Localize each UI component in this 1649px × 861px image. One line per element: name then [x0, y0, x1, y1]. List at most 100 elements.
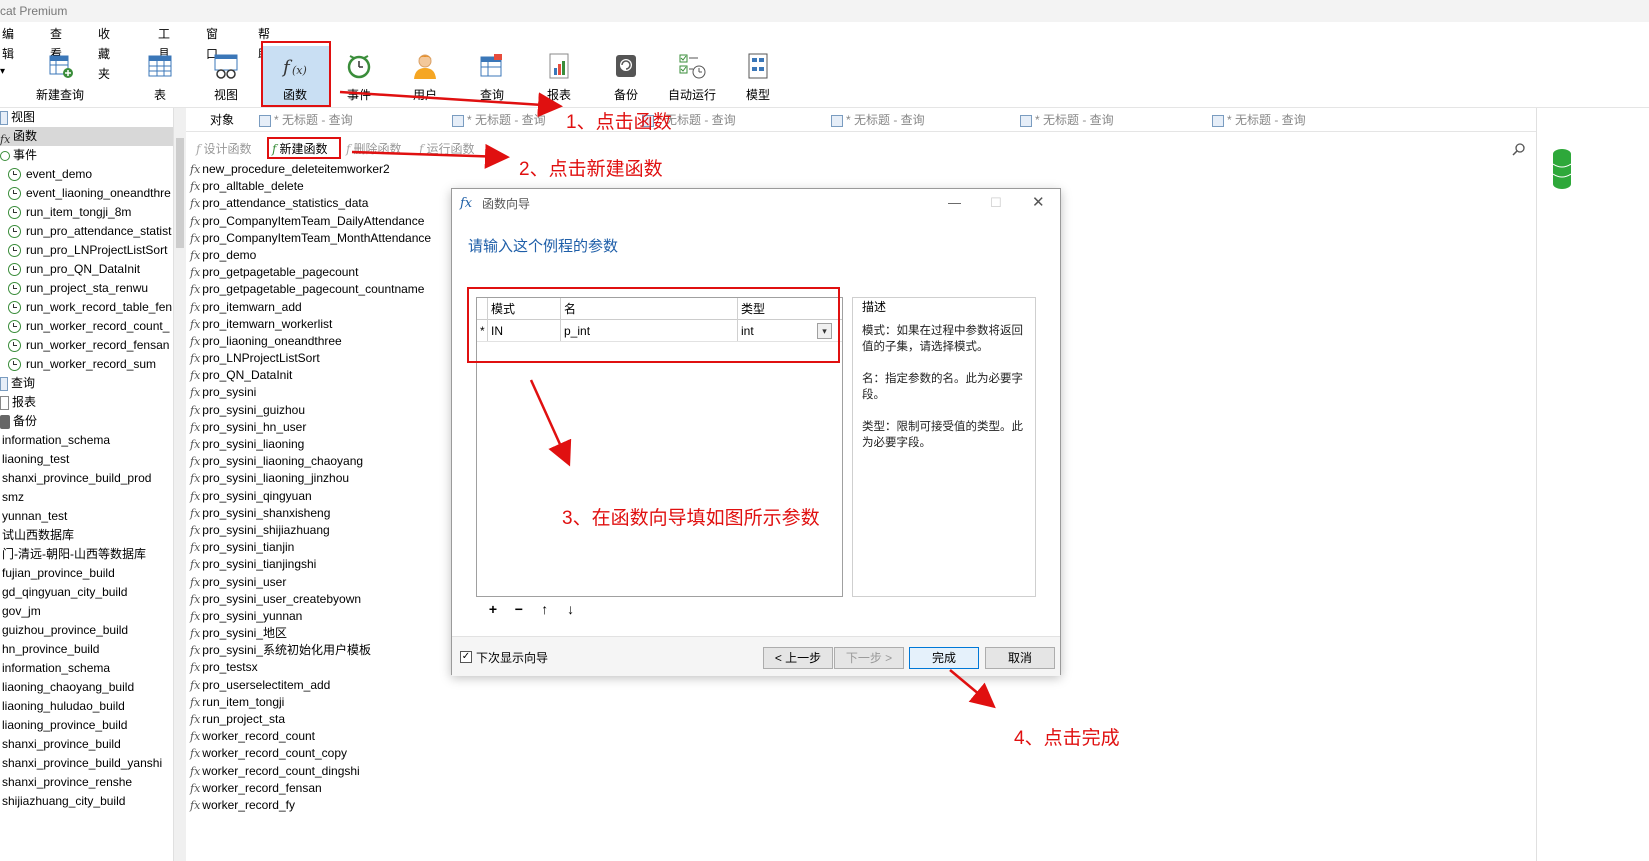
tree-database-item[interactable]: fujian_province_build	[0, 564, 173, 583]
function-list-item[interactable]: fx pro_sysini_系统初始化用户模板	[190, 642, 460, 659]
function-list-item[interactable]: fx run_project_sta	[190, 711, 460, 728]
toolbar-automation-button[interactable]: 自动运行	[660, 46, 724, 106]
tree-event-item[interactable]: run_pro_attendance_statist	[0, 222, 173, 241]
tree-database-item[interactable]: liaoning_test	[0, 450, 173, 469]
tab-untitled-query-5[interactable]: * 无标题 - 查询	[1020, 108, 1114, 132]
tree-database-item[interactable]: shanxi_province_build_prod	[0, 469, 173, 488]
function-list-item[interactable]: fx pro_getpagetable_pagecount	[190, 264, 460, 281]
tab-untitled-query-4[interactable]: * 无标题 - 查询	[831, 108, 925, 132]
function-list-item[interactable]: fx pro_sysini_hn_user	[190, 419, 460, 436]
search-icon[interactable]	[1512, 142, 1526, 156]
tree-database-item[interactable]: 试山西数据库	[0, 526, 173, 545]
tree-database-item[interactable]: gd_qingyuan_city_build	[0, 583, 173, 602]
tree-event-item[interactable]: run_item_tongji_8m	[0, 203, 173, 222]
tree-node-events[interactable]: 事件	[0, 146, 173, 165]
tree-node-backups[interactable]: 备份	[0, 412, 173, 431]
function-list-item[interactable]: fx pro_sysini_tianjingshi	[190, 556, 460, 573]
tree-node-queries[interactable]: 查询	[0, 374, 173, 393]
tree-event-item[interactable]: run_project_sta_renwu	[0, 279, 173, 298]
tree-database-item[interactable]: liaoning_chaoyang_build	[0, 678, 173, 697]
finish-button[interactable]: 完成	[909, 647, 979, 669]
tree-database-item[interactable]: information_schema	[0, 431, 173, 450]
function-list-item[interactable]: fx worker_record_fy	[190, 797, 460, 814]
tree-event-item[interactable]: run_pro_LNProjectListSort	[0, 241, 173, 260]
cancel-button[interactable]: 取消	[985, 647, 1055, 669]
tree-event-item[interactable]: run_worker_record_count_	[0, 317, 173, 336]
tree-event-item[interactable]: run_work_record_table_fen	[0, 298, 173, 317]
tab-untitled-query-6[interactable]: * 无标题 - 查询	[1212, 108, 1306, 132]
toolbar-view-button[interactable]: 视图	[194, 46, 258, 106]
add-param-button[interactable]: +	[482, 601, 504, 617]
tree-database-item[interactable]: smz	[0, 488, 173, 507]
design-function-button[interactable]: f 设计函数	[196, 140, 251, 158]
close-icon[interactable]: ✕	[1032, 193, 1045, 211]
tree-database-item[interactable]: 门-清远-朝阳-山西等数据库	[0, 545, 173, 564]
delete-function-button[interactable]: f 删除函数	[346, 140, 401, 158]
function-list-item[interactable]: fx pro_sysini_liaoning	[190, 436, 460, 453]
toolbar-report-button[interactable]: 报表	[527, 46, 591, 106]
function-list-item[interactable]: fx pro_itemwarn_add	[190, 299, 460, 316]
toolbar-event-button[interactable]: 事件	[327, 46, 391, 106]
tree-event-item[interactable]: event_liaoning_oneandthre	[0, 184, 173, 203]
function-list-item[interactable]: fx pro_itemwarn_workerlist	[190, 316, 460, 333]
tree-node-views[interactable]: 视图	[0, 108, 173, 127]
function-list-item[interactable]: fx worker_record_fensan	[190, 780, 460, 797]
function-list-item[interactable]: fx pro_QN_DataInit	[190, 367, 460, 384]
function-list-item[interactable]: fx pro_alltable_delete	[190, 178, 460, 195]
tree-event-item[interactable]: run_worker_record_fensan	[0, 336, 173, 355]
tab-untitled-query-1[interactable]: * 无标题 - 查询	[259, 108, 353, 132]
function-list-item[interactable]: fx pro_sysini_tianjin	[190, 539, 460, 556]
tree-event-item[interactable]: run_worker_record_sum	[0, 355, 173, 374]
show-wizard-label[interactable]: 下次显示向导	[476, 649, 548, 666]
tree-node-reports[interactable]: 报表	[0, 393, 173, 412]
function-list-item[interactable]: fx pro_sysini_guizhou	[190, 402, 460, 419]
tree-database-item[interactable]: yunnan_test	[0, 507, 173, 526]
tree-node-functions[interactable]: fx 函数	[0, 127, 173, 146]
toolbar-table-button[interactable]: 表	[128, 46, 192, 106]
move-up-button[interactable]: ↑	[534, 601, 556, 617]
function-list-item[interactable]: fx pro_getpagetable_pagecount_countname	[190, 281, 460, 298]
tab-untitled-query-2[interactable]: * 无标题 - 查询	[452, 108, 546, 132]
tree-database-item[interactable]: gov_jm	[0, 602, 173, 621]
tree-event-item[interactable]: event_demo	[0, 165, 173, 184]
function-list-item[interactable]: fx worker_record_count_dingshi	[190, 763, 460, 780]
tab-objects[interactable]: 对象	[210, 108, 234, 132]
function-list-item[interactable]: fx worker_record_count_copy	[190, 745, 460, 762]
function-list-item[interactable]: fx pro_sysini_qingyuan	[190, 488, 460, 505]
function-list-item[interactable]: fx pro_sysini_liaoning_jinzhou	[190, 470, 460, 487]
tree-database-item[interactable]: liaoning_province_build	[0, 716, 173, 735]
function-list-item[interactable]: fx pro_sysini_yunnan	[190, 608, 460, 625]
run-function-button[interactable]: f 运行函数	[419, 140, 474, 158]
function-list-item[interactable]: fx pro_CompanyItemTeam_DailyAttendance	[190, 213, 460, 230]
function-list-item[interactable]: fx pro_CompanyItemTeam_MonthAttendance	[190, 230, 460, 247]
function-list-item[interactable]: fx pro_liaoning_oneandthree	[190, 333, 460, 350]
tree-database-item[interactable]: guizhou_province_build	[0, 621, 173, 640]
remove-param-button[interactable]: −	[508, 601, 530, 617]
function-list-item[interactable]: fx pro_sysini_liaoning_chaoyang	[190, 453, 460, 470]
function-list-item[interactable]: fx run_item_tongji	[190, 694, 460, 711]
tree-database-item[interactable]: shijiazhuang_city_build	[0, 792, 173, 811]
tree-database-item[interactable]: shanxi_province_renshe	[0, 773, 173, 792]
function-list-item[interactable]: fx pro_LNProjectListSort	[190, 350, 460, 367]
toolbar-query-button[interactable]: 查询	[460, 46, 524, 106]
function-list-item[interactable]: fx pro_sysini_user_createbyown	[190, 591, 460, 608]
next-button[interactable]: 下一步 >	[834, 647, 904, 669]
function-list-item[interactable]: fx pro_sysini_shanxisheng	[190, 505, 460, 522]
toolbar-model-button[interactable]: 模型	[726, 46, 790, 106]
tree-database-item[interactable]: liaoning_huludao_build	[0, 697, 173, 716]
toolbar-backup-button[interactable]: 备份	[594, 46, 658, 106]
prev-button[interactable]: < 上一步	[763, 647, 833, 669]
function-list-item[interactable]: fx pro_testsx	[190, 659, 460, 676]
function-list-item[interactable]: fx pro_sysini	[190, 384, 460, 401]
tree-database-item[interactable]: information_schema	[0, 659, 173, 678]
toolbar-user-button[interactable]: 用户	[393, 46, 457, 106]
minimize-icon[interactable]: —	[948, 195, 961, 210]
function-list-item[interactable]: fx worker_record_count	[190, 728, 460, 745]
toolbar-new-query-button[interactable]: 新建查询	[28, 46, 92, 106]
function-list-item[interactable]: fx pro_userselectitem_add	[190, 677, 460, 694]
tree-scrollbar[interactable]	[174, 108, 186, 861]
function-list-item[interactable]: fx new_procedure_deleteitemworker2	[190, 161, 460, 178]
connection-dropdown-icon[interactable]: ▾	[0, 66, 5, 77]
tree-scrollbar-thumb[interactable]	[176, 138, 184, 248]
function-list-item[interactable]: fx pro_demo	[190, 247, 460, 264]
